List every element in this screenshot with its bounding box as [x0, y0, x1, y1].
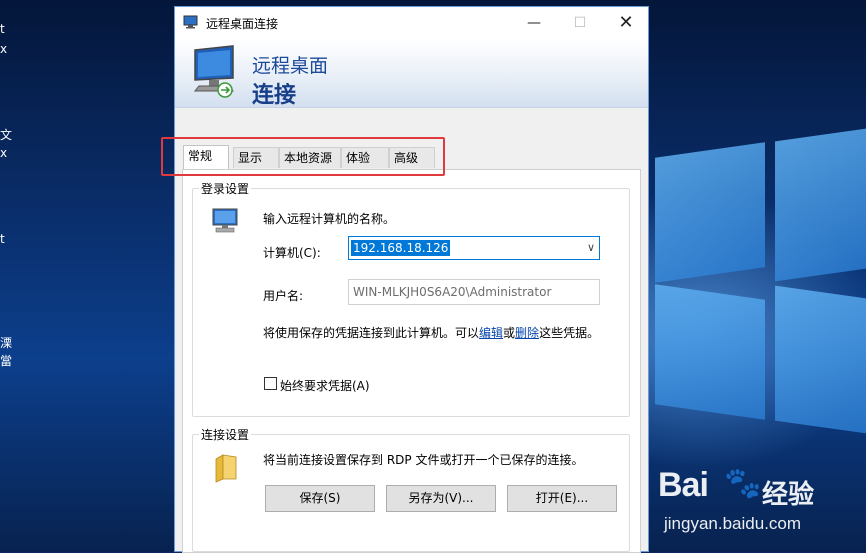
remote-desktop-monitor-icon: [193, 45, 235, 98]
watermark-brand: Bai: [658, 466, 709, 504]
watermark-url: jingyan.baidu.com: [664, 514, 802, 533]
computer-label: 计算机(C):: [263, 246, 321, 260]
maximize-button[interactable]: ☐: [557, 7, 603, 39]
desktop-icon-label[interactable]: x: [0, 42, 7, 56]
login-settings-group: 登录设置 输入远程计算机的名称。 计算机(C): 192.168.18.126 …: [192, 180, 630, 417]
header-banner: 远程桌面 连接: [175, 39, 648, 108]
desktop-icon-label[interactable]: 文: [0, 128, 12, 142]
desktop-icon-label[interactable]: t: [0, 22, 5, 36]
connection-settings-group: 连接设置 将当前连接设置保存到 RDP 文件或打开一个已保存的连接。 保存(S)…: [192, 426, 630, 552]
open-button[interactable]: 打开(E)...: [507, 485, 617, 512]
windows-logo-pane: [775, 128, 866, 282]
or-text: 或: [503, 326, 516, 340]
general-tab-panel: 登录设置 输入远程计算机的名称。 计算机(C): 192.168.18.126 …: [182, 169, 641, 553]
paw-icon: 🐾: [724, 466, 762, 501]
group-title: 登录设置: [199, 180, 252, 197]
title-bar[interactable]: 远程桌面连接 — ☐ ✕: [175, 7, 648, 39]
banner-title-line2: 连接: [252, 83, 297, 108]
saved-credentials-prefix: 将使用保存的凭据连接到此计算机。可以: [263, 326, 480, 340]
banner-title-line1: 远程桌面: [252, 55, 329, 77]
always-ask-label[interactable]: 始终要求凭据(A): [280, 377, 370, 394]
desktop-icon-label[interactable]: 溧: [0, 336, 12, 350]
connection-description: 将当前连接设置保存到 RDP 文件或打开一个已保存的连接。: [263, 453, 584, 467]
desktop-icon-label[interactable]: x: [0, 146, 7, 160]
window-title: 远程桌面连接: [206, 17, 279, 31]
save-as-button[interactable]: 另存为(V)...: [386, 485, 496, 512]
remote-desktop-icon: [183, 15, 198, 29]
computer-combobox[interactable]: 192.168.18.126 ∨: [348, 236, 600, 260]
folder-icon: [215, 454, 237, 483]
computer-value[interactable]: 192.168.18.126: [351, 240, 451, 256]
save-button[interactable]: 保存(S): [265, 485, 375, 512]
computer-prompt: 输入远程计算机的名称。: [263, 212, 396, 226]
windows-logo-pane: [655, 284, 765, 420]
desktop-icon-label[interactable]: t: [0, 232, 5, 246]
close-button[interactable]: ✕: [603, 7, 649, 39]
group-title: 连接设置: [199, 426, 252, 443]
saved-credentials-suffix: 这些凭据。: [539, 326, 600, 340]
windows-logo-pane: [655, 142, 765, 283]
baidu-jingyan-watermark: Bai 🐾 经验 jingyan.baidu.com: [658, 462, 863, 547]
desktop-icon-label[interactable]: 當: [0, 354, 12, 368]
username-field: WIN-MLKJH0S6A20\Administrator: [348, 279, 600, 305]
saved-credentials-text: 将使用保存的凭据连接到此计算机。可以编辑或删除这些凭据。: [263, 324, 599, 341]
remote-desktop-dialog: 远程桌面连接 — ☐ ✕ 远程桌面 连接 常规 显示 本地资源 体验 高级 登录…: [174, 6, 649, 553]
delete-link[interactable]: 删除: [515, 326, 539, 340]
edit-link[interactable]: 编辑: [479, 326, 503, 340]
always-ask-checkbox[interactable]: [264, 377, 277, 390]
chevron-down-icon[interactable]: ∨: [587, 241, 595, 254]
username-label: 用户名:: [263, 289, 304, 303]
tabs-highlight-box: [161, 137, 445, 176]
watermark-brand-cn: 经验: [762, 480, 815, 510]
computer-icon: [212, 208, 238, 233]
windows-logo-pane: [775, 285, 866, 434]
minimize-button[interactable]: —: [511, 7, 557, 39]
